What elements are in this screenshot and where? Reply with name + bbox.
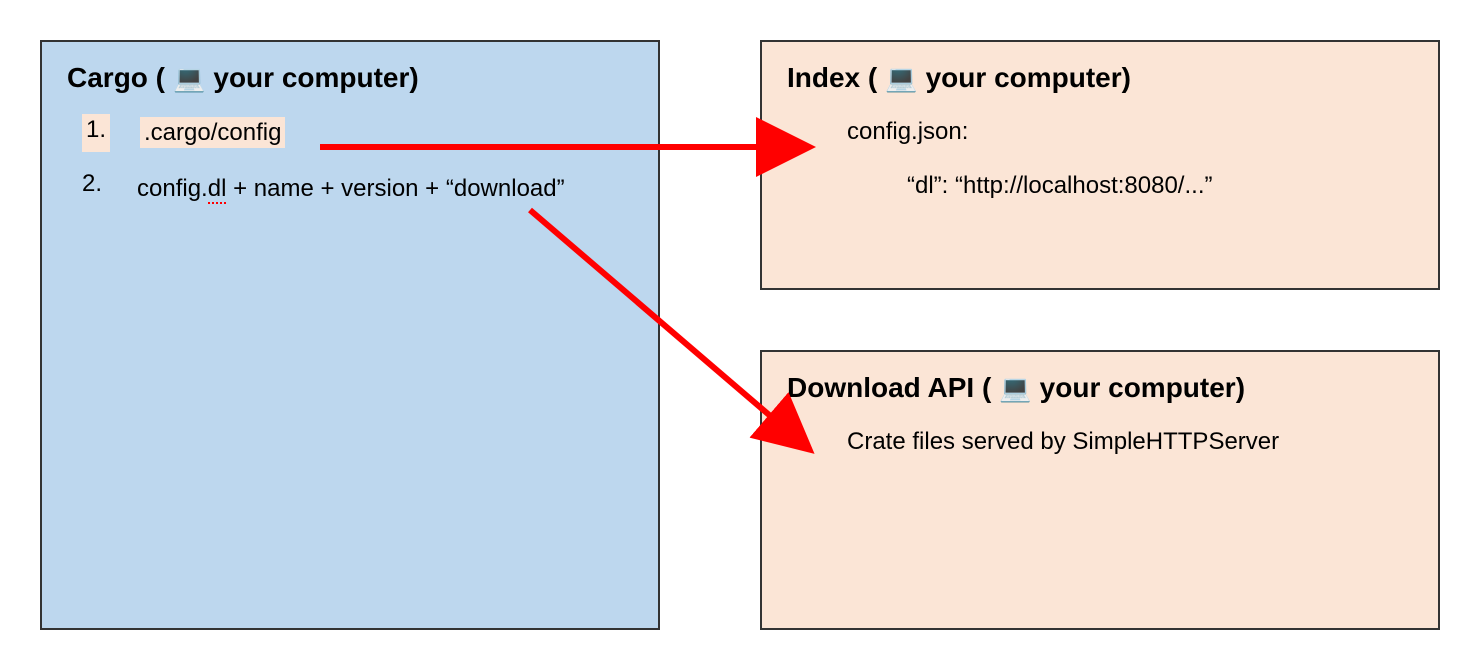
cargo-item-1-num: 1. [82, 114, 110, 152]
cargo-title-prefix: Cargo ( [67, 62, 165, 94]
cargo-item-2-num: 2. [82, 170, 107, 208]
download-title: Download API ( 💻 your computer) [787, 372, 1413, 404]
cargo-item-1-text: .cargo/config [140, 117, 285, 148]
cargo-item-2-content: config.dl + name + version + “download” [137, 170, 633, 208]
cargo-title: Cargo ( 💻 your computer) [67, 62, 633, 94]
download-box: Download API ( 💻 your computer) Crate fi… [760, 350, 1440, 630]
index-title-suffix: your computer) [926, 62, 1131, 94]
cargo-item-2-underlined: dl [208, 175, 227, 204]
laptop-icon: 💻 [173, 65, 205, 91]
cargo-title-suffix: your computer) [213, 62, 418, 94]
cargo-item-2-prefix: config. [137, 175, 208, 202]
cargo-item-2-suffix: + name + version + “download” [226, 175, 564, 202]
laptop-icon: 💻 [999, 375, 1031, 401]
cargo-box: Cargo ( 💻 your computer) 1. .cargo/confi… [40, 40, 660, 630]
cargo-item-2: 2. config.dl + name + version + “downloa… [82, 170, 633, 208]
download-line-1: Crate files served by SimpleHTTPServer [847, 424, 1413, 460]
download-title-suffix: your computer) [1040, 372, 1245, 404]
cargo-item-1: 1. .cargo/config [82, 114, 633, 152]
index-line-1: config.json: [847, 114, 1413, 150]
index-line-2: “dl”: “http://localhost:8080/...” [907, 168, 1413, 204]
index-box: Index ( 💻 your computer) config.json: “d… [760, 40, 1440, 290]
index-title: Index ( 💻 your computer) [787, 62, 1413, 94]
laptop-icon: 💻 [885, 65, 917, 91]
index-title-prefix: Index ( [787, 62, 877, 94]
download-title-prefix: Download API ( [787, 372, 991, 404]
cargo-item-1-content: .cargo/config [140, 114, 633, 152]
